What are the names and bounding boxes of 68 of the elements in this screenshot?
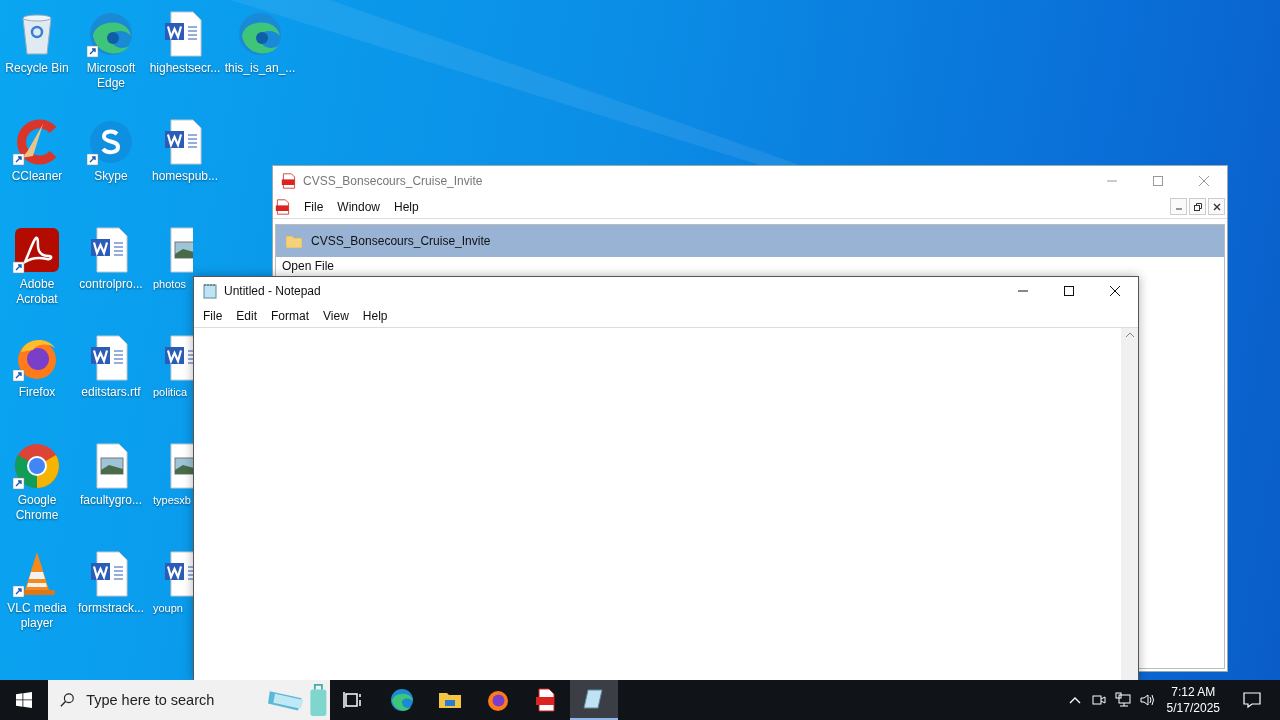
firefox-icon: [486, 688, 510, 712]
pdf-icon: [275, 198, 291, 215]
list-item[interactable]: CVSS_Bonsecours_Cruise_Invite: [276, 225, 1224, 257]
window-title: Untitled - Notepad: [224, 284, 321, 298]
search-input[interactable]: Type here to search: [84, 691, 269, 709]
volume-icon: [1138, 692, 1155, 708]
icon-label: Skype: [94, 169, 128, 184]
edge-browser-icon[interactable]: [87, 10, 135, 58]
maximize-icon: [1153, 175, 1163, 186]
icon-label: Firefox: [18, 385, 56, 400]
menu-item[interactable]: Edit: [229, 309, 265, 323]
close-icon: [1110, 286, 1120, 296]
icon-label: Recycle Bin: [5, 61, 69, 76]
menu-item[interactable]: Window: [330, 199, 388, 214]
icon-label: youpn: [153, 601, 183, 616]
icon-label: typesxb: [153, 493, 191, 508]
clock-date: 5/17/2025: [1166, 700, 1220, 716]
restore-icon: [1193, 202, 1202, 211]
icon-label: homespub...: [151, 169, 218, 184]
menu-item[interactable]: File: [297, 199, 331, 214]
search-field[interactable]: Type here to search: [48, 680, 330, 720]
network-icon: [1114, 692, 1131, 708]
restore-button[interactable]: [1189, 198, 1206, 215]
menu-item[interactable]: File: [196, 309, 230, 323]
icon-label: politica: [153, 385, 188, 400]
taskbar-button[interactable]: [570, 680, 618, 720]
minimize-icon: [1175, 208, 1182, 210]
edge-browser-icon: [390, 688, 414, 712]
scroll-up-icon[interactable]: [1124, 332, 1135, 338]
close-icon: [1212, 202, 1221, 211]
icon-label: controlpro...: [79, 277, 143, 292]
notepad-icon: [582, 687, 606, 711]
speech-bubble-icon: [1242, 690, 1262, 710]
menu-item[interactable]: View: [316, 309, 356, 323]
acrobat-icon[interactable]: [13, 226, 61, 274]
icon-label: Microsoft Edge: [85, 61, 137, 91]
item-label: CVSS_Bonsecours_Cruise_Invite: [311, 234, 491, 248]
icon-label: Google Chrome: [14, 493, 60, 523]
clock-time: 7:12 AM: [1171, 684, 1216, 700]
menu-item[interactable]: Help: [387, 199, 426, 214]
windows-logo-icon: [16, 692, 32, 708]
icon-label: this_is_an_...: [224, 61, 296, 76]
icon-label: highestsecr...: [149, 61, 221, 76]
icon-label: CCleaner: [11, 169, 63, 184]
icon-label: VLC media player: [6, 601, 68, 631]
icon-label: formstrack...: [78, 601, 144, 616]
edge-browser-icon[interactable]: [236, 10, 284, 58]
folder-icon: [286, 234, 302, 248]
icon-label: photos: [153, 277, 187, 292]
window-title: CVSS_Bonsecours_Cruise_Invite: [303, 173, 483, 188]
chrome-icon[interactable]: [13, 442, 61, 490]
close-icon: [1199, 175, 1209, 186]
icon-label: Adobe Acrobat: [15, 277, 59, 307]
skype-icon[interactable]: [87, 118, 135, 166]
scrollbar[interactable]: [1121, 328, 1138, 680]
maximize-icon: [1064, 286, 1074, 296]
icon-label: editstars.rtf: [81, 385, 141, 400]
pdf-icon: [534, 688, 558, 712]
chevron-up-icon: [1068, 696, 1081, 704]
camera-icon: [1090, 692, 1107, 708]
close-button[interactable]: [1208, 198, 1225, 215]
search-icon: [60, 692, 75, 708]
menu-item[interactable]: Help: [355, 309, 395, 323]
pdf-icon: [281, 172, 297, 189]
icon-label: facultygro...: [80, 493, 142, 508]
menu-item[interactable]: Format: [264, 309, 317, 323]
section-label: Open File: [282, 259, 335, 273]
notepad-icon: [202, 283, 218, 299]
